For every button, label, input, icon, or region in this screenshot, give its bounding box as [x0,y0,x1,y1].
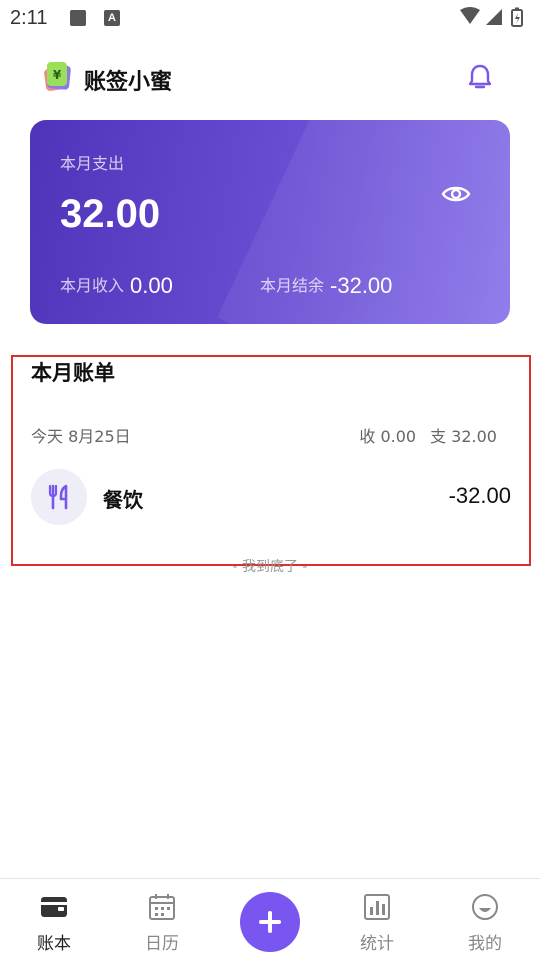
expense-label: 本月支出 [60,154,125,173]
category-name: 餐饮 [103,488,143,512]
category-icon-container [31,469,87,525]
status-bar: 2:11 A [0,0,540,36]
app-title: 账签小蜜 [84,70,173,95]
nav-label: 账本 [37,934,71,954]
text-notification-icon: A [104,10,120,26]
calendar-icon [149,894,175,920]
date-label: 今天 8月25日 [31,427,131,446]
status-time: 2:11 [10,7,48,29]
nav-item-stats[interactable]: 统计 [337,879,417,960]
svg-text:¥: ¥ [53,68,62,82]
app-header: ¥ 账签小蜜 [0,54,540,104]
bottom-nav: 账本 日历 统计 我的 [0,878,540,960]
profile-icon [472,894,498,920]
balance-value: -32.00 [330,273,393,298]
cell-signal-icon [486,9,502,25]
image-notification-icon [70,10,86,26]
bill-amount: -32.00 [448,483,511,508]
eye-icon[interactable] [440,178,472,210]
bill-list-item[interactable]: 餐饮 -32.00 [31,469,511,525]
date-group-header: 今天 8月25日 收 0.00 支 32.00 [31,423,497,447]
chart-icon [364,894,390,920]
monthly-summary-card: 本月支出 32.00 本月收入 0.00 本月结余 -32.00 [30,120,510,324]
notification-bell-icon[interactable] [465,62,495,92]
income-value: 0.00 [130,273,173,298]
balance-summary: 本月结余 -32.00 [260,272,392,299]
bills-title: 本月账单 [31,361,115,385]
list-end-note: - 我到底了 - [232,559,308,575]
wallet-icon [41,897,67,917]
day-income-summary: 收 0.00 [359,427,417,446]
fork-knife-icon [48,484,68,510]
monthly-bills-section: 本月账单 今天 8月25日 收 0.00 支 32.00 餐饮 -32.00 [11,355,531,566]
nav-item-calendar[interactable]: 日历 [122,879,202,960]
nav-label: 统计 [360,934,394,954]
income-summary: 本月收入 0.00 [60,272,173,299]
wifi-icon [460,7,480,24]
nav-label: 我的 [468,934,502,954]
signal-battery-icons [460,7,523,27]
expense-amount: 32.00 [60,192,161,236]
nav-label: 日历 [145,934,179,954]
income-label: 本月收入 [60,276,125,295]
nav-item-mine[interactable]: 我的 [445,879,525,960]
add-record-button[interactable] [240,892,300,952]
day-expense-summary: 支 32.00 [430,427,497,446]
nav-item-books[interactable]: 账本 [14,879,94,960]
app-logo-icon: ¥ [44,62,71,91]
balance-label: 本月结余 [260,276,325,295]
